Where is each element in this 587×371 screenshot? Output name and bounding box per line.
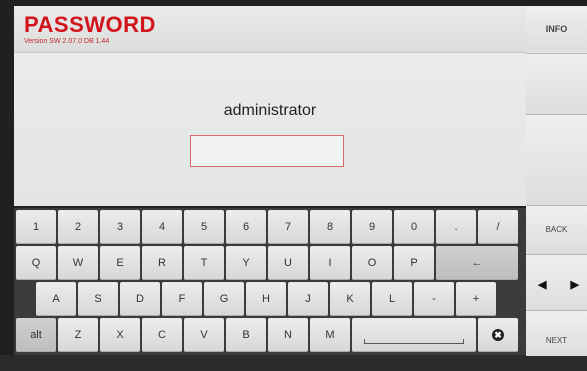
key-i[interactable]: I xyxy=(310,246,350,280)
key-k[interactable]: K xyxy=(330,282,370,316)
key-a[interactable]: A xyxy=(36,282,76,316)
key-n[interactable]: N xyxy=(268,318,308,352)
clear-icon: ✖ xyxy=(492,329,504,342)
key-b[interactable]: B xyxy=(226,318,266,352)
key-s[interactable]: S xyxy=(78,282,118,316)
key-x[interactable]: X xyxy=(100,318,140,352)
on-screen-keyboard: 1 2 3 4 5 6 7 8 9 0 . / Q W E R T Y U I … xyxy=(14,208,526,355)
key-7[interactable]: 7 xyxy=(268,210,308,244)
key-slash[interactable]: / xyxy=(478,210,518,244)
key-dot[interactable]: . xyxy=(436,210,476,244)
key-r[interactable]: R xyxy=(142,246,182,280)
right-arrow-icon[interactable]: ▶ xyxy=(571,278,579,291)
key-y[interactable]: Y xyxy=(226,246,266,280)
key-minus[interactable]: - xyxy=(414,282,454,316)
key-d[interactable]: D xyxy=(120,282,160,316)
password-field[interactable] xyxy=(190,135,344,167)
key-h[interactable]: H xyxy=(246,282,286,316)
key-0[interactable]: 0 xyxy=(394,210,434,244)
key-v[interactable]: V xyxy=(184,318,224,352)
key-l[interactable]: L xyxy=(372,282,412,316)
key-u[interactable]: U xyxy=(268,246,308,280)
back-button[interactable]: BACK xyxy=(526,205,587,254)
navigation-arrows: ◀ ▶ xyxy=(526,254,587,310)
key-t[interactable]: T xyxy=(184,246,224,280)
key-j[interactable]: J xyxy=(288,282,328,316)
key-2[interactable]: 2 xyxy=(58,210,98,244)
key-1[interactable]: 1 xyxy=(16,210,56,244)
side-blank-button-2[interactable] xyxy=(526,114,587,205)
alt-key[interactable]: alt xyxy=(16,318,56,352)
header: PASSWORD Version SW 2.07.0 DB 1.44 xyxy=(14,6,526,53)
key-3[interactable]: 3 xyxy=(100,210,140,244)
key-p[interactable]: P xyxy=(394,246,434,280)
space-key[interactable] xyxy=(352,318,476,352)
left-arrow-icon[interactable]: ◀ xyxy=(538,278,546,291)
key-8[interactable]: 8 xyxy=(310,210,350,244)
clear-key[interactable]: ✖ xyxy=(478,318,518,352)
key-c[interactable]: C xyxy=(142,318,182,352)
key-9[interactable]: 9 xyxy=(352,210,392,244)
side-blank-button-1[interactable] xyxy=(526,53,587,114)
key-f[interactable]: F xyxy=(162,282,202,316)
page-title: PASSWORD xyxy=(24,12,156,37)
space-icon xyxy=(364,339,464,344)
key-o[interactable]: O xyxy=(352,246,392,280)
version-text: Version SW 2.07.0 DB 1.44 xyxy=(24,38,110,45)
next-button[interactable]: NEXT xyxy=(526,310,587,356)
key-5[interactable]: 5 xyxy=(184,210,224,244)
key-plus[interactable]: + xyxy=(456,282,496,316)
screen: administrator PASSWORD Version SW 2.07.0… xyxy=(0,0,587,356)
key-w[interactable]: W xyxy=(58,246,98,280)
username-label: administrator xyxy=(223,102,317,119)
backspace-key[interactable]: ← xyxy=(436,246,518,280)
key-4[interactable]: 4 xyxy=(142,210,182,244)
side-panel: INFO BACK ◀ ▶ NEXT xyxy=(526,6,587,356)
key-q[interactable]: Q xyxy=(16,246,56,280)
key-z[interactable]: Z xyxy=(58,318,98,352)
info-button[interactable]: INFO xyxy=(526,6,587,52)
key-g[interactable]: G xyxy=(204,282,244,316)
key-6[interactable]: 6 xyxy=(226,210,266,244)
key-m[interactable]: M xyxy=(310,318,350,352)
key-e[interactable]: E xyxy=(100,246,140,280)
